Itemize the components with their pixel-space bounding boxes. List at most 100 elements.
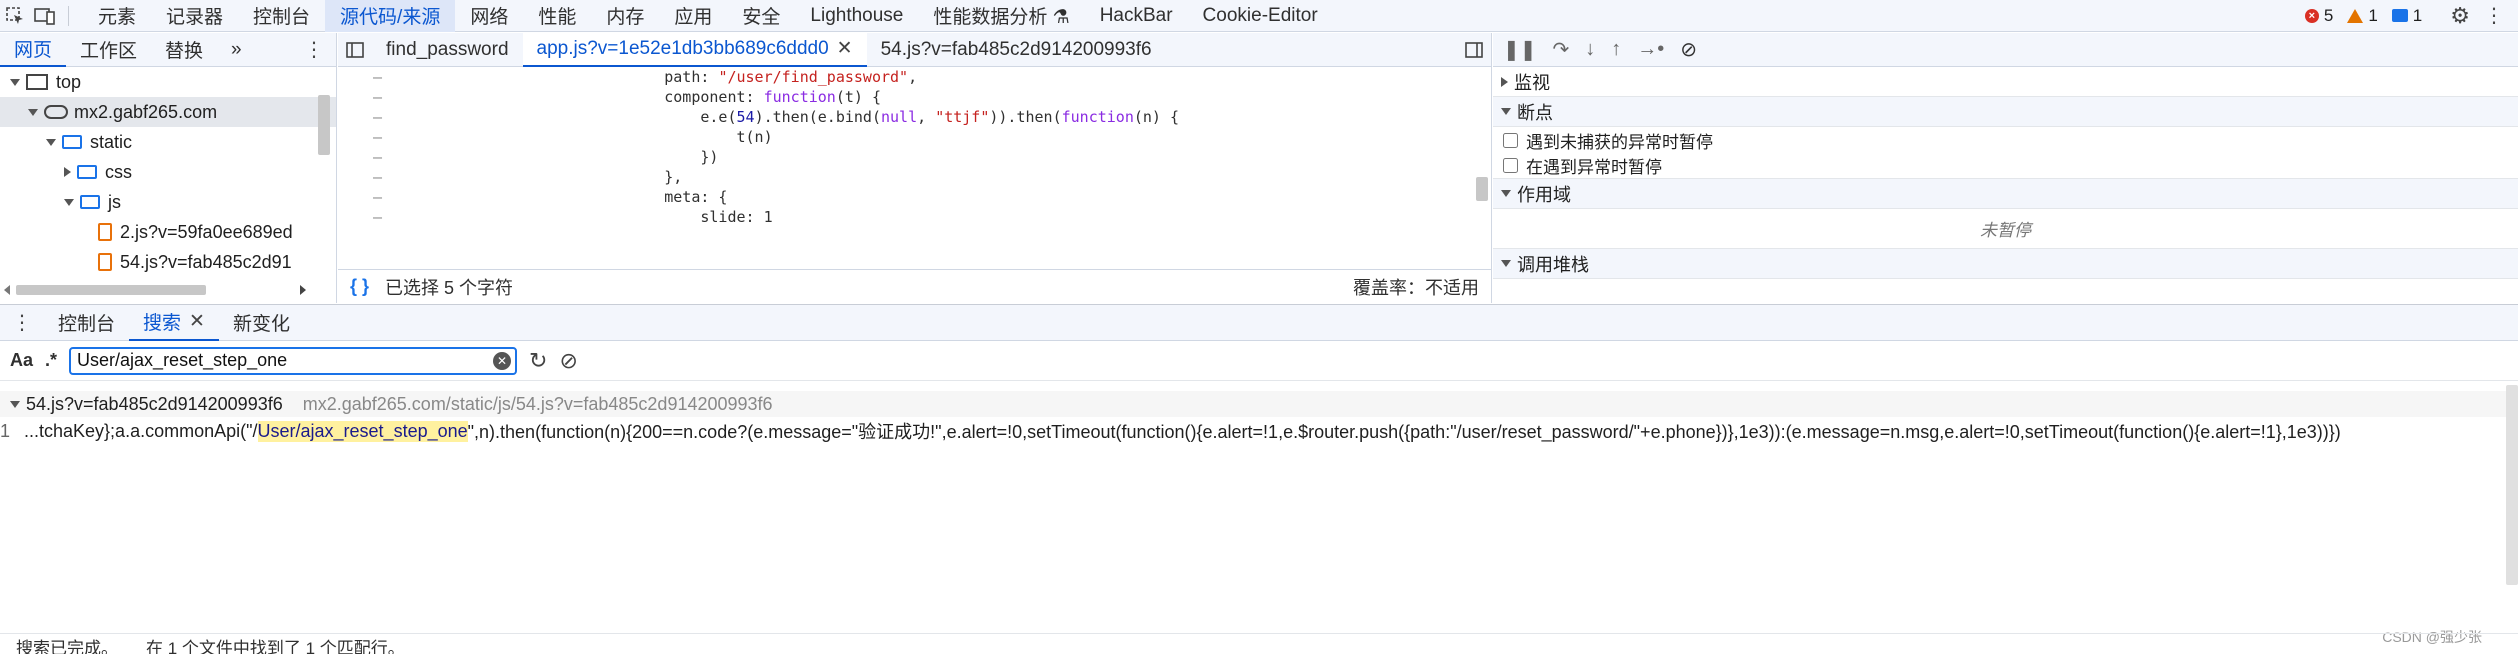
tab-application[interactable]: 应用: [659, 0, 727, 32]
search-status-bar: 搜索已完成。 在 1 个文件中找到了 1 个匹配行。: [0, 633, 2518, 654]
tab-security[interactable]: 安全: [727, 0, 795, 32]
message-count: 1: [2412, 5, 2423, 25]
error-count: 5: [2323, 5, 2334, 25]
regex-toggle[interactable]: .*: [45, 350, 57, 371]
tree-item[interactable]: mx2.gabf265.com: [0, 97, 336, 127]
tree-item[interactable]: 2.js?v=59fa0ee689ed: [0, 217, 336, 247]
step-into-icon[interactable]: ↓: [1585, 38, 1595, 61]
drawer-tab-console[interactable]: 控制台: [44, 305, 129, 341]
navigator-scrollbar[interactable]: [318, 95, 330, 155]
code-editor: find_password app.js?v=1e52e1db3bb689c6d…: [338, 32, 1492, 303]
call-stack-section[interactable]: 调用堆栈: [1493, 249, 2518, 279]
editor-tabs: find_password app.js?v=1e52e1db3bb689c6d…: [338, 32, 1491, 67]
issue-counters[interactable]: × 5 1 1 ⚙ ⋮: [2304, 3, 2518, 29]
drawer-tab-changes[interactable]: 新变化: [219, 305, 304, 341]
result-file-row[interactable]: 54.js?v=fab485c2d914200993f6 mx2.gabf265…: [0, 391, 2518, 417]
editor-tab-find-password[interactable]: find_password: [372, 33, 523, 67]
editor-status-bar: { } 已选择 5 个字符 覆盖率：不适用: [338, 269, 1491, 303]
results-scrollbar[interactable]: [2506, 385, 2518, 585]
tab-network[interactable]: 网络: [455, 0, 523, 32]
tree-item[interactable]: css: [0, 157, 336, 187]
inspect-element-icon[interactable]: [0, 0, 30, 32]
warning-counter[interactable]: 1: [2347, 5, 2378, 26]
tab-sources[interactable]: 源代码/来源: [325, 0, 456, 32]
devtools-toolbar: 元素 记录器 控制台 源代码/来源 网络 性能 内存 应用 安全 Lightho…: [0, 0, 2518, 32]
tab-overrides[interactable]: 替换: [151, 33, 217, 67]
step-out-icon[interactable]: ↑: [1611, 38, 1621, 61]
tab-cookie-editor[interactable]: Cookie-Editor: [1188, 0, 1333, 32]
folder-icon: [77, 165, 97, 179]
search-input[interactable]: [69, 346, 518, 375]
tab-hackbar[interactable]: HackBar: [1085, 0, 1188, 32]
tab-lighthouse[interactable]: Lighthouse: [795, 0, 918, 32]
code-line: – t(n): [372, 128, 773, 146]
tab-performance[interactable]: 性能: [523, 0, 591, 32]
search-done-text: 搜索已完成。: [16, 639, 118, 654]
more-options-icon[interactable]: ⋮: [2484, 3, 2504, 28]
editor-tab-app-js[interactable]: app.js?v=1e52e1db3bb689c6ddd0 ✕: [522, 32, 867, 67]
navigator-menu-icon[interactable]: ⋮: [304, 37, 336, 62]
settings-gear-icon[interactable]: ⚙: [2450, 3, 2470, 29]
tab-recorder[interactable]: 记录器: [151, 0, 238, 32]
step-icon[interactable]: →•: [1637, 38, 1664, 61]
pause-uncaught-option[interactable]: 遇到未捕获的异常时暂停: [1493, 127, 2518, 153]
expanded-arrow-icon[interactable]: [28, 108, 38, 116]
error-counter[interactable]: × 5: [2304, 5, 2334, 26]
close-tab-icon[interactable]: ✕: [189, 310, 205, 333]
pause-caught-checkbox[interactable]: [1503, 158, 1518, 173]
device-toolbar-icon[interactable]: [30, 0, 60, 32]
tree-item[interactable]: static: [0, 127, 336, 157]
navigator-tabs: 网页 工作区 替换 » ⋮: [0, 33, 336, 67]
tree-item-label: 2.js?v=59fa0ee689ed: [120, 221, 293, 242]
result-text-after: ",n).then(function(n){200==n.code?(e.mes…: [467, 422, 2341, 442]
tab-performance-insights[interactable]: 性能数据分析 ⚗: [918, 0, 1084, 32]
tab-console[interactable]: 控制台: [238, 0, 325, 32]
message-counter[interactable]: 1: [2391, 5, 2423, 26]
collapsed-arrow-icon[interactable]: [64, 167, 71, 177]
tab-elements[interactable]: 元素: [83, 0, 151, 32]
tree-item[interactable]: top: [0, 67, 336, 97]
toggle-navigator-icon[interactable]: [338, 33, 372, 67]
tab-memory[interactable]: 内存: [591, 0, 659, 32]
clear-results-icon[interactable]: ⊘: [559, 348, 577, 374]
navigator-h-scroll[interactable]: [0, 283, 310, 297]
tab-page[interactable]: 网页: [0, 33, 67, 67]
refresh-search-icon[interactable]: ↻: [529, 348, 547, 374]
watch-section[interactable]: 监视: [1493, 67, 2518, 97]
match-case-toggle[interactable]: Aa: [10, 350, 33, 371]
pretty-print-icon[interactable]: { }: [350, 276, 369, 297]
more-tabs-button[interactable]: »: [217, 33, 256, 67]
result-file-name: 54.js?v=fab485c2d914200993f6: [26, 393, 283, 414]
editor-scrollbar[interactable]: [1476, 177, 1488, 201]
expanded-arrow-icon[interactable]: [64, 198, 74, 206]
drawer-menu-icon[interactable]: ⋮: [0, 310, 44, 335]
editor-tab-54-js[interactable]: 54.js?v=fab485c2d914200993f6: [867, 33, 1166, 67]
scope-section[interactable]: 作用域: [1493, 179, 2518, 209]
tree-item-label: static: [90, 131, 133, 152]
breakpoints-section[interactable]: 断点: [1493, 97, 2518, 127]
pause-icon[interactable]: ❚❚: [1503, 37, 1537, 62]
deactivate-breakpoints-icon[interactable]: ⊘: [1680, 37, 1697, 62]
expanded-arrow-icon: [1501, 108, 1511, 115]
toggle-debugger-icon[interactable]: [1457, 41, 1491, 58]
tree-item-label: mx2.gabf265.com: [74, 101, 218, 122]
tree-item[interactable]: js: [0, 187, 336, 217]
pause-caught-option[interactable]: 在遇到异常时暂停: [1493, 153, 2518, 179]
expanded-arrow-icon[interactable]: [46, 138, 56, 146]
close-tab-icon[interactable]: ✕: [837, 37, 853, 60]
clear-search-icon[interactable]: ✕: [493, 351, 512, 370]
code-view[interactable]: – path: "/user/find_password", – compone…: [338, 67, 1491, 269]
tree-item[interactable]: 54.js?v=fab485c2d91: [0, 247, 336, 277]
folder-icon: [62, 135, 82, 149]
step-over-icon[interactable]: ↷: [1553, 37, 1570, 62]
result-match-line[interactable]: 1 ...tchaKey};a.a.commonApi("/User/ajax_…: [0, 417, 2518, 445]
tab-workspace[interactable]: 工作区: [66, 33, 151, 67]
file-icon: [98, 223, 112, 241]
pause-uncaught-checkbox[interactable]: [1503, 132, 1518, 148]
drawer-tabs: ⋮ 控制台 搜索 ✕ 新变化: [0, 305, 2518, 341]
expanded-arrow-icon[interactable]: [10, 78, 20, 86]
warning-count: 1: [2368, 5, 2378, 25]
drawer-tab-search[interactable]: 搜索 ✕: [129, 305, 219, 341]
collapsed-arrow-icon: [1501, 76, 1508, 87]
editor-tab-label: app.js?v=1e52e1db3bb689c6ddd0: [536, 37, 829, 59]
